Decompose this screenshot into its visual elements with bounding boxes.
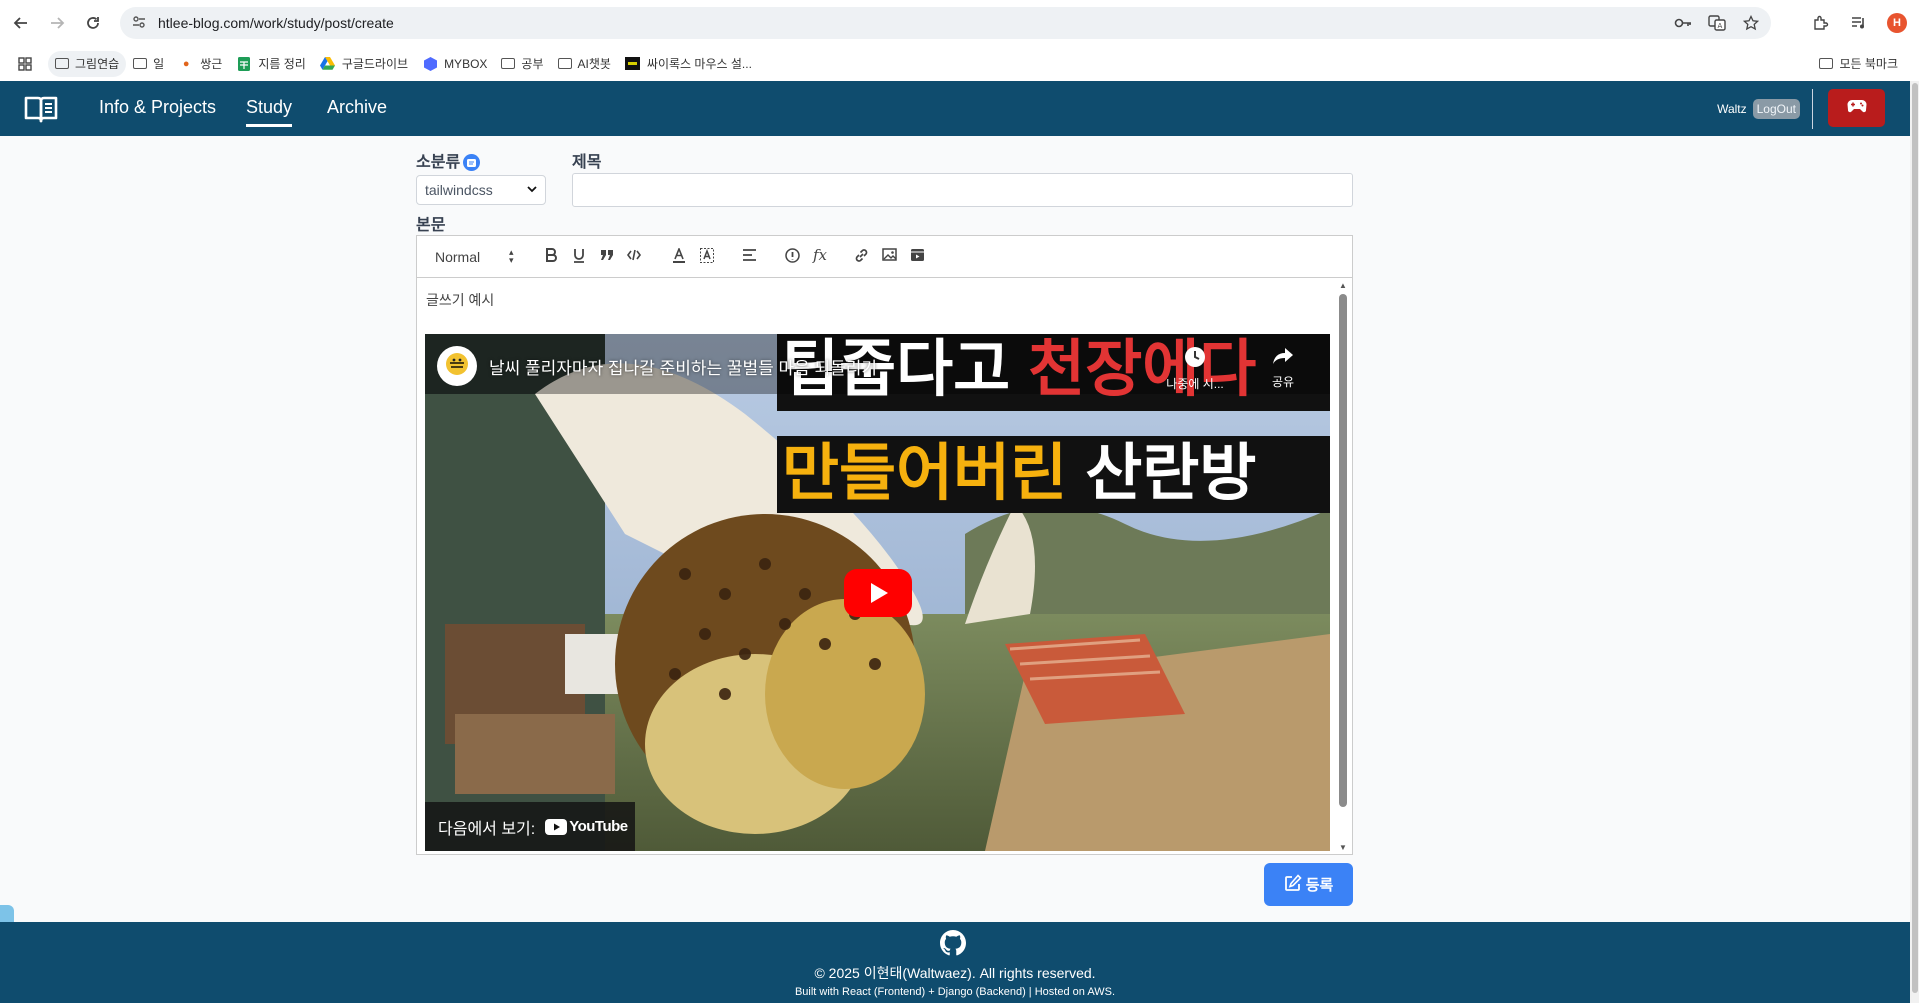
category-select[interactable]: tailwindcss (416, 175, 546, 205)
site-favicon-icon (625, 57, 641, 71)
page-scrollbar[interactable] (1910, 81, 1919, 1003)
media-control-icon[interactable] (1849, 13, 1869, 33)
logout-button[interactable]: LogOut (1752, 99, 1800, 119)
bookmark-item[interactable]: 공부 (494, 51, 550, 77)
password-key-icon[interactable] (1673, 13, 1693, 33)
page-scroll-thumb[interactable] (1912, 83, 1918, 993)
youtube-logo-icon: YouTube (545, 818, 628, 835)
address-bar[interactable]: htlee-blog.com/work/study/post/create A (120, 7, 1771, 39)
site-footer: © 2025 이현태(Waltwaez). All rights reserve… (0, 922, 1910, 1003)
profile-avatar[interactable]: H (1887, 13, 1907, 33)
text-color-icon[interactable] (672, 246, 686, 267)
bee-icon (444, 351, 470, 382)
bookmark-item[interactable]: 싸이록스 마우스 설... (618, 51, 759, 77)
background-color-icon[interactable] (700, 248, 714, 267)
youtube-embed[interactable]: 팁줍다고 천장에다 만들어버린 산란방 날씨 풀리자마자 집나갈 준비하는 꿀벌들 … (425, 334, 1330, 851)
share-button[interactable]: 공유 (1258, 346, 1308, 390)
all-bookmarks[interactable]: 모든 북마크 (1812, 50, 1905, 76)
book-logo-icon[interactable] (24, 95, 58, 123)
reload-icon[interactable] (78, 8, 108, 38)
translate-icon[interactable]: A (1707, 13, 1727, 33)
title-input[interactable] (572, 173, 1353, 207)
extensions-icon[interactable] (1811, 13, 1831, 33)
bookmark-item[interactable]: 지름 정리 (229, 51, 313, 77)
bookmark-star-icon[interactable] (1741, 13, 1761, 33)
apps-grid-icon[interactable] (14, 51, 36, 77)
bookmark-item[interactable]: AI챗봇 (551, 51, 618, 77)
sheets-icon (236, 56, 252, 71)
copyright-text: © 2025 이현태(Waltwaez). All rights reserve… (814, 965, 1096, 981)
play-button[interactable] (844, 569, 912, 617)
game-button[interactable] (1828, 89, 1885, 127)
built-with-text: Built with React (Frontend) + Django (Ba… (794, 986, 1116, 998)
editor-scrollbar[interactable]: ▲ ▼ (1335, 278, 1352, 854)
watch-on-youtube[interactable]: 다음에서 보기: YouTube (425, 802, 635, 851)
title-label: 제목 (572, 154, 602, 171)
site-header: Info & Projects Study Archive Waltz LogO… (0, 81, 1910, 136)
clock-icon (1184, 347, 1206, 372)
folder-icon (133, 58, 148, 69)
share-arrow-icon (1272, 348, 1294, 370)
bookmark-item[interactable]: 구글드라이브 (313, 51, 415, 77)
carrot-icon: ● (182, 57, 190, 70)
browser-toolbar: htlee-blog.com/work/study/post/create A … (0, 0, 1919, 46)
category-label: 소분류 (416, 148, 481, 172)
bookmarks-bar: 그림연습 일 ● 쌍근 지름 정리 구글드라이브 MYBOX 공부 AI챗봇 싸이… (0, 46, 1919, 81)
channel-avatar[interactable] (437, 346, 477, 386)
site-info-icon[interactable] (132, 15, 158, 32)
underline-icon[interactable] (573, 248, 585, 266)
editor-toolbar: Normal ▴ ▾ 𝑓x (416, 235, 1353, 278)
nav-archive[interactable]: Archive (327, 97, 387, 118)
bookmark-item[interactable]: 일 (126, 51, 171, 77)
updown-arrow-icon: ▴ ▾ (509, 247, 514, 265)
user-name: Waltz (1717, 102, 1747, 116)
folder-icon (557, 58, 572, 69)
folder-icon (501, 58, 516, 69)
edit-pencil-icon (1284, 873, 1302, 896)
svg-text:A: A (1718, 22, 1723, 30)
header-divider (1812, 89, 1813, 129)
chevron-down-icon (527, 182, 537, 196)
scroll-thumb[interactable] (1339, 294, 1347, 807)
bookmark-item[interactable]: MYBOX (415, 51, 494, 77)
mybox-icon (422, 56, 438, 71)
image-icon[interactable] (882, 248, 897, 264)
formula-icon[interactable]: 𝑓x (813, 246, 827, 264)
watch-later-button[interactable]: 나중에 시... (1160, 346, 1230, 392)
folder-icon (55, 58, 69, 69)
folder-icon (1819, 57, 1834, 69)
submit-button[interactable]: 등록 (1264, 863, 1353, 906)
category-info-icon[interactable] (463, 154, 481, 172)
nav-info-projects[interactable]: Info & Projects (99, 97, 216, 118)
code-icon[interactable] (627, 248, 641, 264)
info-circle-icon[interactable] (785, 248, 800, 266)
url-text[interactable]: htlee-blog.com/work/study/post/create (158, 15, 394, 31)
scroll-down-icon[interactable]: ▼ (1339, 843, 1347, 852)
nav-study[interactable]: Study (246, 97, 293, 127)
bookmark-item[interactable]: ● 쌍근 (171, 51, 229, 77)
google-drive-icon (320, 57, 336, 71)
back-icon[interactable] (6, 8, 36, 38)
editor-content[interactable]: 글쓰기 예시 팁줍다고 천장에다 만들어버린 산란방 날씨 풀리자마자 집나갈 … (416, 278, 1353, 855)
thumbnail-text-line2: 만들어버린 산란방 (782, 439, 1257, 508)
video-icon[interactable] (910, 248, 925, 265)
scroll-up-icon[interactable]: ▲ (1339, 281, 1347, 290)
video-title[interactable]: 날씨 풀리자마자 집나갈 준비하는 꿀벌들 마음 되돌리기 (489, 354, 877, 379)
editor-paragraph[interactable]: 글쓰기 예시 (426, 290, 494, 310)
forward-icon[interactable] (42, 8, 72, 38)
align-icon[interactable] (742, 248, 757, 264)
heading-select[interactable]: Normal ▴ ▾ (435, 248, 514, 266)
body-label: 본문 (416, 217, 446, 234)
github-icon[interactable] (940, 930, 966, 961)
gamepad-icon (1847, 99, 1867, 118)
link-icon[interactable] (854, 248, 869, 266)
bold-icon[interactable] (545, 248, 557, 265)
blockquote-icon[interactable] (600, 248, 614, 264)
bookmark-item[interactable]: 그림연습 (48, 50, 127, 77)
